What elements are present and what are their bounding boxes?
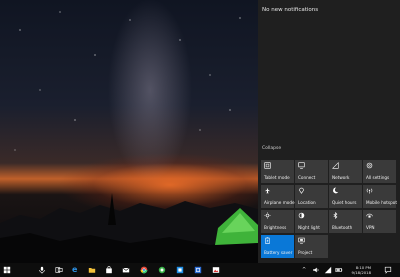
tile-label: Location xyxy=(298,200,316,205)
tile-label: Connect xyxy=(298,175,316,180)
bluetooth-icon xyxy=(333,212,338,219)
battery-tray-icon[interactable] xyxy=(335,266,343,274)
chrome-icon[interactable] xyxy=(140,266,148,274)
tablet-mode-icon xyxy=(264,162,271,169)
tile-project[interactable]: Project xyxy=(295,235,328,258)
tile-mobile-hotspot[interactable]: Mobile hotspot xyxy=(363,185,397,208)
quick-actions-grid: Tablet mode Connect Network All settings… xyxy=(261,160,397,258)
tile-tablet-mode[interactable]: Tablet mode xyxy=(261,160,294,183)
moon-icon xyxy=(333,187,339,194)
desktop-wallpaper xyxy=(0,0,258,263)
task-view-icon[interactable] xyxy=(55,266,63,274)
tile-battery-saver[interactable]: Battery saver xyxy=(261,235,294,258)
action-center-panel: No new notifications Collapse Tablet mod… xyxy=(258,0,400,263)
tile-label: VPN xyxy=(366,225,375,230)
hotspot-icon xyxy=(366,188,373,194)
tile-airplane-mode[interactable]: Airplane mode xyxy=(261,185,295,208)
start-button[interactable] xyxy=(3,266,11,274)
show-hidden-icons-chevron[interactable]: ^ xyxy=(302,267,306,273)
tile-connect[interactable]: Connect xyxy=(295,160,328,183)
tile-all-settings[interactable]: All settings xyxy=(363,160,396,183)
project-icon xyxy=(298,237,305,244)
tile-bluetooth[interactable]: Bluetooth xyxy=(329,210,362,233)
tile-label: Tablet mode xyxy=(264,175,290,180)
store-icon[interactable] xyxy=(105,266,113,274)
brightness-icon xyxy=(264,212,271,219)
location-icon xyxy=(299,187,304,194)
network-icon xyxy=(332,162,339,169)
tile-label: Night light xyxy=(298,225,320,230)
tile-label: Brightness xyxy=(264,225,287,230)
taskbar-clock[interactable]: 8:10 PM 9/18/2018 xyxy=(347,265,371,275)
tile-label: Bluetooth xyxy=(332,225,353,230)
tile-night-light[interactable]: Night light xyxy=(295,210,328,233)
gear-icon xyxy=(366,162,373,169)
tile-label: Quiet hours xyxy=(332,200,357,205)
taskbar: e ^ 8:10 PM 9/18/2018 xyxy=(0,263,400,277)
tile-brightness[interactable]: Brightness xyxy=(261,210,294,233)
edge-browser-icon[interactable]: e xyxy=(72,266,80,274)
tile-location[interactable]: Location xyxy=(295,185,328,208)
connect-icon xyxy=(298,162,305,169)
tile-quiet-hours[interactable]: Quiet hours xyxy=(329,185,362,208)
app-icon-blue-square[interactable] xyxy=(176,266,184,274)
tile-label: Network xyxy=(332,175,350,180)
wallpaper-mountains xyxy=(0,193,258,263)
night-light-icon xyxy=(298,212,305,219)
no-notifications-text: No new notifications xyxy=(262,7,319,13)
action-center-icon[interactable] xyxy=(384,266,392,274)
app-icon-green[interactable] xyxy=(158,266,166,274)
collapse-link[interactable]: Collapse xyxy=(262,146,281,151)
tile-label: All settings xyxy=(366,175,390,180)
tile-network[interactable]: Network xyxy=(329,160,362,183)
volume-icon[interactable] xyxy=(312,266,320,274)
mail-icon[interactable] xyxy=(122,266,130,274)
tile-vpn[interactable]: VPN xyxy=(363,210,396,233)
clock-date: 9/18/2018 xyxy=(351,270,371,275)
vpn-icon xyxy=(366,213,373,218)
microphone-icon[interactable] xyxy=(38,266,46,274)
tile-label: Airplane mode xyxy=(264,200,295,205)
file-explorer-icon[interactable] xyxy=(88,266,96,274)
photos-icon[interactable] xyxy=(212,266,220,274)
network-tray-icon[interactable] xyxy=(324,266,332,274)
tile-label: Mobile hotspot xyxy=(366,200,397,205)
app-icon-blue[interactable] xyxy=(194,266,202,274)
battery-saver-icon xyxy=(265,237,270,244)
tile-label: Project xyxy=(298,250,313,255)
tile-label: Battery saver xyxy=(264,250,293,255)
airplane-icon xyxy=(264,187,271,194)
